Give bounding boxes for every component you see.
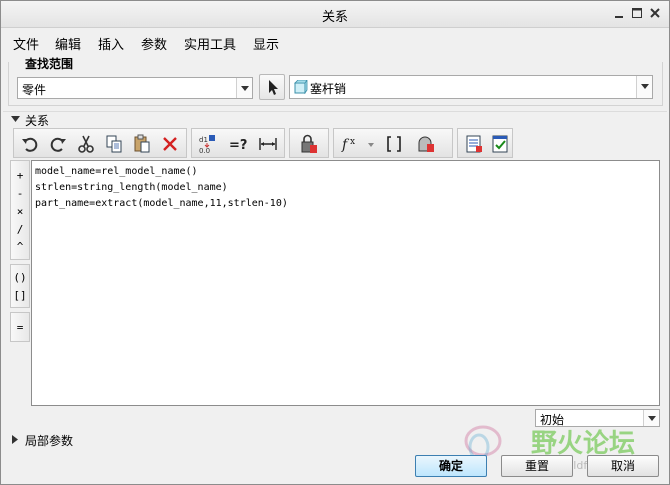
minimize-icon[interactable] xyxy=(612,6,626,20)
cut-icon[interactable] xyxy=(74,132,98,156)
svg-text:0.0: 0.0 xyxy=(199,147,210,154)
menu-display[interactable]: 显示 xyxy=(253,34,279,53)
operator-plus-button[interactable]: + xyxy=(11,167,29,184)
code-line: part_name=extract(model_name,11,strlen-1… xyxy=(35,198,288,209)
scope-type-value: 零件 xyxy=(22,83,47,97)
operator-group-arith: + - × / ^ xyxy=(10,160,30,260)
chevron-down-icon[interactable] xyxy=(636,76,652,98)
lock-parameter-icon[interactable] xyxy=(297,132,321,156)
window-title: 关系 xyxy=(321,10,348,25)
local-params-label: 局部参数 xyxy=(25,434,74,448)
toolbar-insert-group: fx xyxy=(333,128,453,158)
menu-edit[interactable]: 编辑 xyxy=(55,34,81,53)
show-dimension-icon[interactable] xyxy=(256,132,280,156)
verify-relations-icon[interactable] xyxy=(488,132,512,156)
relations-dialog: 关系 文件 编辑 插入 参数 实用工具 显示 查找范围 零件 塞杆销 关系 d1… xyxy=(0,0,670,485)
toolbar-params-group: d1 0.0 =? xyxy=(191,128,285,158)
insert-parameter-icon[interactable] xyxy=(382,132,406,156)
collapse-triangle-icon xyxy=(11,116,20,122)
operator-brackets-button[interactable]: [] xyxy=(11,287,29,304)
svg-text:d1: d1 xyxy=(199,136,208,144)
menu-insert[interactable]: 插入 xyxy=(98,34,124,53)
delete-icon[interactable] xyxy=(158,132,182,156)
code-line: strlen=string_length(model_name) xyxy=(35,182,228,193)
chevron-down-icon[interactable] xyxy=(236,78,252,98)
menu-bar: 文件 编辑 插入 参数 实用工具 显示 xyxy=(1,29,669,55)
menu-utilities[interactable]: 实用工具 xyxy=(184,34,236,53)
insert-function-icon[interactable]: fx xyxy=(339,132,363,156)
sort-order-value: 初始 xyxy=(540,413,565,427)
toolbar-edit-group xyxy=(13,128,187,158)
sort-order-select[interactable]: 初始 xyxy=(535,409,660,427)
close-icon[interactable] xyxy=(648,6,662,20)
redo-icon[interactable] xyxy=(46,132,70,156)
operator-multiply-button[interactable]: × xyxy=(11,203,29,220)
paste-icon[interactable] xyxy=(130,132,154,156)
reset-button[interactable]: 重置 xyxy=(501,455,573,477)
chevron-down-icon[interactable] xyxy=(643,410,659,426)
copy-icon[interactable] xyxy=(102,132,126,156)
title-bar: 关系 xyxy=(1,1,669,28)
local-params-header[interactable]: 局部参数 xyxy=(3,432,667,448)
part-icon xyxy=(294,78,308,97)
code-line: model_name=rel_model_name() xyxy=(35,166,198,177)
units-icon[interactable] xyxy=(414,132,438,156)
scope-object-select[interactable]: 塞杆销 xyxy=(289,75,653,99)
operator-power-button[interactable]: ^ xyxy=(11,238,29,255)
cancel-button[interactable]: 取消 xyxy=(587,455,659,477)
function-dropdown-icon[interactable] xyxy=(364,132,376,156)
scope-object-value: 塞杆销 xyxy=(310,82,347,96)
svg-text:x: x xyxy=(350,137,355,147)
toolbar-lock-group xyxy=(289,128,329,158)
ok-button[interactable]: 确定 xyxy=(415,455,487,477)
operator-group-equals: = xyxy=(10,312,30,342)
operator-group-brackets: () [] xyxy=(10,264,30,308)
sort-relations-icon[interactable] xyxy=(462,132,486,156)
svg-text:f: f xyxy=(341,137,350,153)
maximize-icon[interactable] xyxy=(630,6,644,20)
svg-text:=?: =? xyxy=(229,138,247,153)
relations-section-label: 关系 xyxy=(25,114,50,128)
operator-divide-button[interactable]: / xyxy=(11,221,29,238)
operator-equals-button[interactable]: = xyxy=(11,319,29,336)
expand-triangle-icon xyxy=(12,435,18,444)
operator-minus-button[interactable]: - xyxy=(11,185,29,202)
menu-file[interactable]: 文件 xyxy=(13,34,39,53)
scope-type-select[interactable]: 零件 xyxy=(17,77,253,99)
select-object-button[interactable] xyxy=(259,74,285,100)
relations-editor[interactable]: model_name=rel_model_name() strlen=strin… xyxy=(31,160,660,406)
toolbar-verify-group xyxy=(457,128,513,158)
undo-icon[interactable] xyxy=(18,132,42,156)
operator-parentheses-button[interactable]: () xyxy=(11,269,29,286)
relations-section-header[interactable]: 关系 xyxy=(3,111,667,128)
switch-symbols-icon[interactable]: d1 0.0 xyxy=(196,132,220,156)
menu-parameters[interactable]: 参数 xyxy=(141,34,167,53)
arrow-cursor-icon xyxy=(269,80,278,95)
evaluate-icon[interactable]: =? xyxy=(226,132,250,156)
